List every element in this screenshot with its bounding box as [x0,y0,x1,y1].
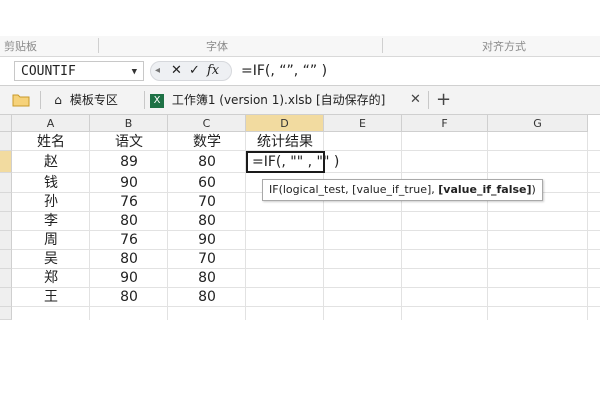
worksheet-grid: A B C D E F G 姓名 语文 数学 统计结果 赵 89 80 钱 90… [0,115,600,320]
collapse-icon[interactable]: ◂ [155,63,160,79]
row-header[interactable] [0,307,12,320]
cell-name[interactable]: 周 [12,230,90,250]
tooltip-current-arg[interactable]: [value_if_false] [438,183,531,196]
tab-label: 工作簿1 (version 1).xlsb [自动保存的] [171,93,386,107]
ribbon-group-clipboard[interactable]: 剪贴板 [4,38,37,54]
row-header[interactable] [0,132,12,151]
cell-math[interactable]: 80 [168,211,246,231]
row-header[interactable] [0,250,12,269]
document-tab-bar: ⌂ 模板专区 X 工作簿1 (version 1).xlsb [自动保存的] ✕… [0,86,600,115]
cell-math[interactable]: 70 [168,192,246,212]
ribbon-group-alignment[interactable]: 对齐方式 [482,38,526,54]
cell-header-result[interactable]: 统计结果 [246,132,324,152]
cell-chinese[interactable]: 80 [90,287,168,307]
cell-chinese[interactable]: 80 [90,211,168,231]
home-icon: ⌂ [54,93,62,107]
ribbon-group-labels: 剪贴板 字体 对齐方式 [0,36,600,57]
tab-divider [40,91,41,109]
tab-template-zone[interactable]: ⌂ 模板专区 [50,86,142,114]
column-header-f[interactable]: F [402,115,488,132]
grid-line [587,132,588,320]
cancel-icon[interactable]: ✕ [171,63,182,79]
column-header-c[interactable]: C [168,115,246,132]
cell-name[interactable]: 赵 [12,152,90,172]
row-header[interactable] [0,231,12,250]
ribbon-divider [382,38,383,53]
column-header-a[interactable]: A [12,115,90,132]
insert-function-icon[interactable]: fx [207,63,219,79]
cell-name[interactable]: 郑 [12,268,90,288]
grid-line [401,132,402,320]
cell-math[interactable]: 60 [168,173,246,193]
cell-name[interactable]: 李 [12,211,90,231]
chevron-down-icon[interactable]: ▼ [132,62,137,82]
ribbon-group-font[interactable]: 字体 [206,38,228,54]
confirm-icon[interactable]: ✓ [189,63,200,79]
row-header[interactable] [0,173,12,193]
row-header[interactable] [0,151,12,173]
column-header-d[interactable]: D [246,115,324,132]
cell-math[interactable]: 80 [168,268,246,288]
column-header-g[interactable]: G [488,115,588,132]
cell-chinese[interactable]: 80 [90,249,168,269]
name-box-value: COUNTIF [21,64,76,79]
spreadsheet-app: 剪贴板 字体 对齐方式 COUNTIF ▼ ◂ ✕ ✓ fx =IF(, “”,… [0,0,600,400]
active-cell-d2[interactable]: =IF(, "" , "" ) [246,151,339,173]
cell-chinese[interactable]: 90 [90,173,168,193]
column-header-e[interactable]: E [324,115,402,132]
select-all-corner[interactable] [0,115,12,132]
column-header-b[interactable]: B [90,115,168,132]
row-header[interactable] [0,288,12,307]
tooltip-prefix: IF(logical_test, [value_if_true], [269,183,439,196]
formula-bar: COUNTIF ▼ ◂ ✕ ✓ fx =IF(, “”, “” ) [0,57,600,86]
cell-name[interactable]: 王 [12,287,90,307]
function-tooltip: IF(logical_test, [value_if_true], [value… [262,179,543,201]
tab-divider [144,91,145,109]
folder-icon[interactable] [12,86,34,114]
cell-header-name[interactable]: 姓名 [12,132,90,152]
cell-header-math[interactable]: 数学 [168,132,246,152]
row-header[interactable] [0,212,12,231]
formula-controls: ◂ ✕ ✓ fx [150,61,232,81]
cell-name[interactable]: 钱 [12,173,90,193]
cell-chinese[interactable]: 76 [90,230,168,250]
cell-chinese[interactable]: 89 [90,152,168,172]
cell-math[interactable]: 80 [168,152,246,172]
cell-math[interactable]: 70 [168,249,246,269]
tab-divider [428,91,429,109]
name-box[interactable]: COUNTIF ▼ [14,61,144,81]
cell-name[interactable]: 吴 [12,249,90,269]
formula-input[interactable]: =IF(, “”, “” ) [241,61,327,81]
cell-header-chinese[interactable]: 语文 [90,132,168,152]
row-header[interactable] [0,269,12,288]
ribbon-divider [98,38,99,53]
cell-math[interactable]: 90 [168,230,246,250]
tab-label: 模板专区 [69,93,118,107]
cell-math[interactable]: 80 [168,287,246,307]
row-header[interactable] [0,193,12,212]
add-tab-icon[interactable]: + [436,86,452,114]
cell-chinese[interactable]: 76 [90,192,168,212]
tooltip-suffix: ) [531,183,536,196]
cell-chinese[interactable]: 90 [90,268,168,288]
cell-name[interactable]: 孙 [12,192,90,212]
grid-line [487,132,488,320]
excel-icon: X [150,93,164,108]
tab-workbook[interactable]: X 工作簿1 (version 1).xlsb [自动保存的] [150,86,430,114]
close-tab-icon[interactable]: ✕ [410,86,424,114]
